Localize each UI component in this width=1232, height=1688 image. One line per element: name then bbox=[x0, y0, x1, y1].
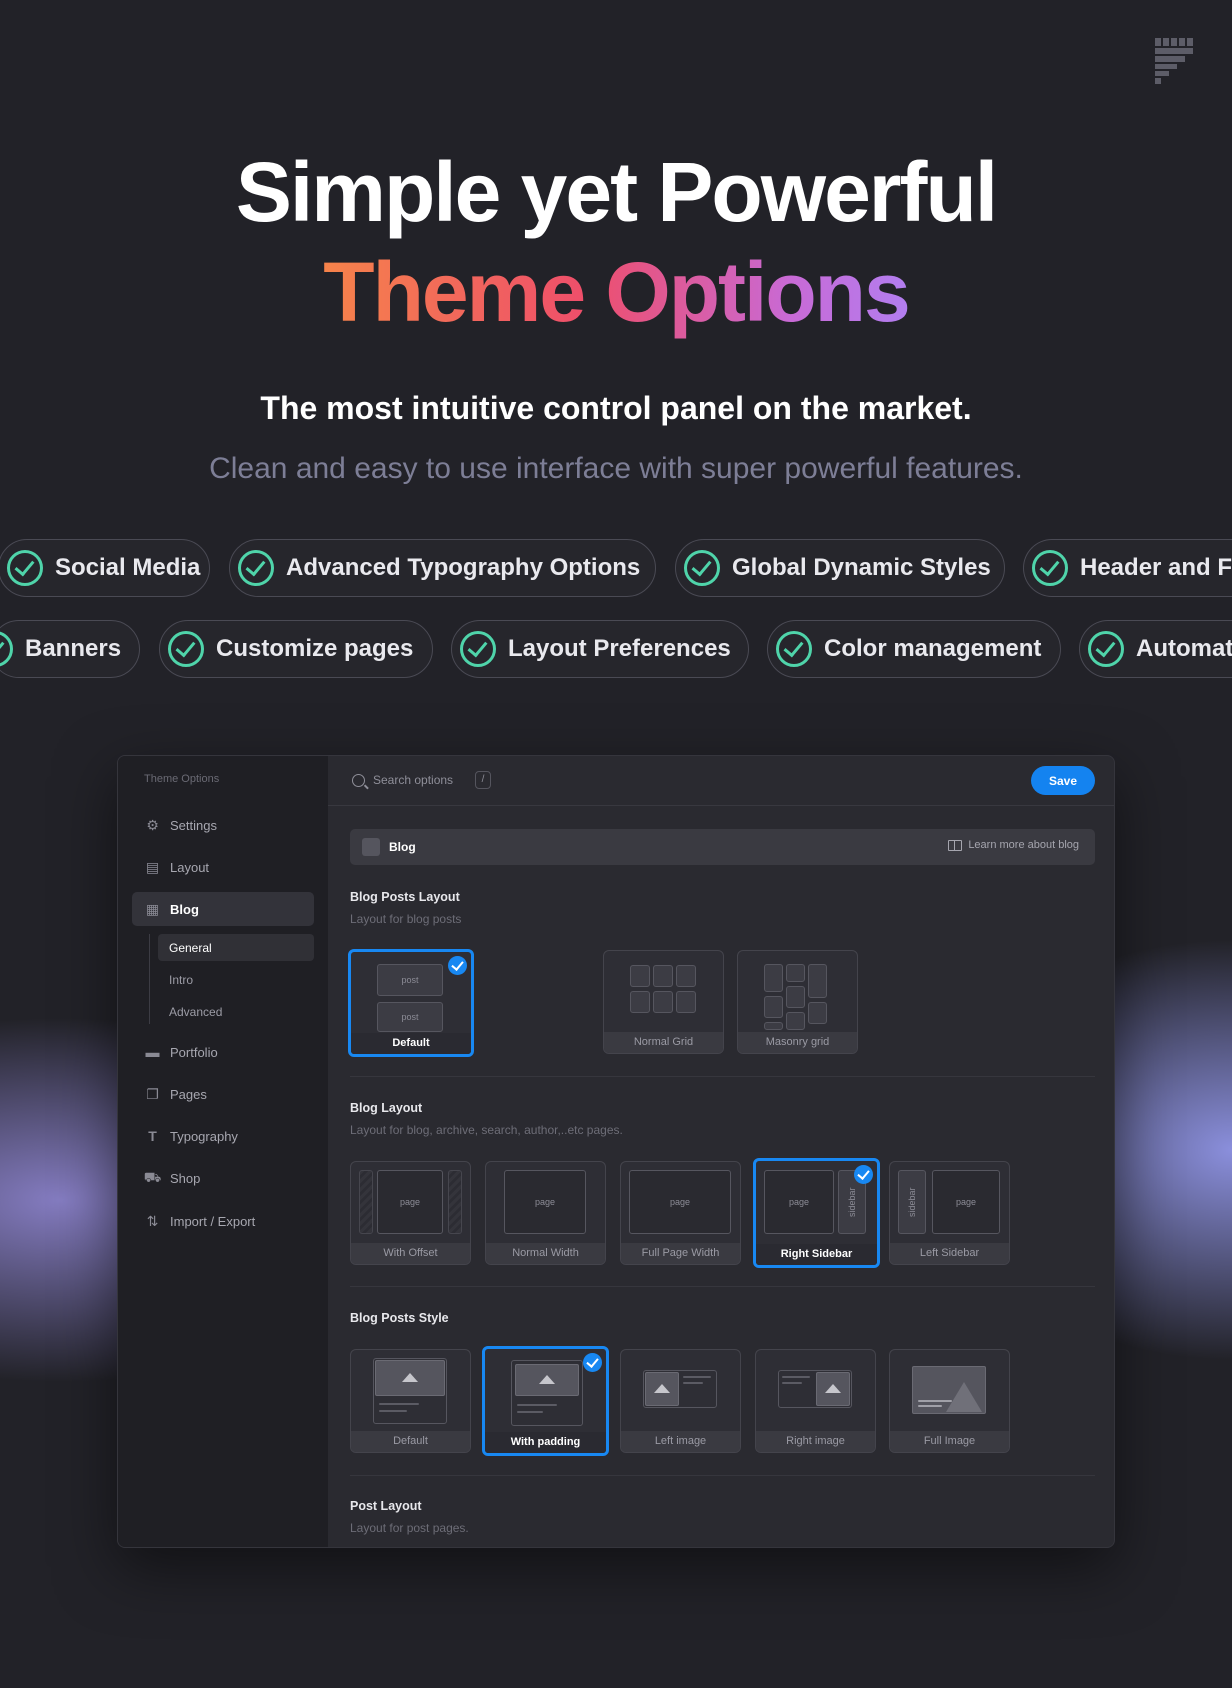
brand-logo-icon bbox=[1155, 38, 1193, 84]
check-circle-icon bbox=[238, 550, 274, 586]
typography-icon: T bbox=[148, 1128, 157, 1144]
option-card-with-padding[interactable]: With padding bbox=[482, 1346, 609, 1456]
hero-title-line1: Simple yet Powerful bbox=[235, 145, 998, 239]
feature-pill: Social Media bbox=[0, 539, 210, 597]
feature-pill: Automat bbox=[1079, 620, 1232, 678]
import-export-icon: ⇅ bbox=[146, 1212, 159, 1229]
features-row-1: Social Media Advanced Typography Options… bbox=[0, 539, 1232, 597]
post-block: post bbox=[377, 964, 443, 996]
hero-description: Clean and easy to use interface with sup… bbox=[209, 452, 1023, 485]
divider bbox=[350, 1076, 1095, 1077]
check-circle-icon bbox=[1032, 550, 1068, 586]
book-icon bbox=[948, 839, 963, 851]
subnav-item-advanced[interactable]: Advanced bbox=[158, 998, 314, 1025]
cart-icon: ⛟ bbox=[143, 1168, 162, 1185]
sidebar-item-import-export[interactable]: ⇅ Import / Export bbox=[132, 1204, 314, 1238]
group-title: Blog Posts Style bbox=[350, 1311, 449, 1325]
layout-icon: ▤ bbox=[145, 858, 160, 875]
pages-icon: ❐ bbox=[146, 1085, 159, 1102]
search-icon bbox=[352, 773, 365, 787]
search-input[interactable]: Search options / bbox=[352, 771, 492, 789]
sidebar-item-shop[interactable]: ⛟ Shop bbox=[132, 1161, 314, 1195]
features-row-2: Banners Customize pages Layout Preferenc… bbox=[0, 620, 1232, 678]
sidebar: Theme Options ⚙ Settings ▤ Layout ▦ Blog Ge… bbox=[118, 756, 328, 1547]
check-circle-icon bbox=[168, 631, 204, 667]
blog-icon: ▦ bbox=[145, 900, 160, 917]
check-circle-icon bbox=[1088, 631, 1124, 667]
divider bbox=[350, 1286, 1095, 1287]
feature-pill: Customize pages bbox=[159, 620, 433, 678]
section-title: Blog bbox=[389, 840, 416, 854]
option-card-normal-grid[interactable]: Normal Grid bbox=[603, 950, 724, 1054]
group-title: Blog Layout bbox=[350, 1101, 423, 1115]
hero-title-line2: Theme Options bbox=[323, 242, 910, 342]
selected-check-icon bbox=[583, 1353, 602, 1372]
check-circle-icon bbox=[0, 631, 13, 667]
divider bbox=[350, 1475, 1095, 1476]
group-title: Post Layout bbox=[350, 1499, 422, 1513]
option-card-full-image[interactable]: Full Image bbox=[889, 1349, 1010, 1453]
feature-pill: Banners bbox=[0, 620, 140, 678]
group-subtitle: Layout for post pages. bbox=[350, 1521, 469, 1535]
sidebar-item-layout[interactable]: ▤ Layout bbox=[132, 850, 314, 884]
option-card-style-default[interactable]: Default bbox=[350, 1349, 471, 1453]
save-button[interactable]: Save bbox=[1031, 766, 1095, 795]
option-card-normal-width[interactable]: page Normal Width bbox=[485, 1161, 606, 1265]
theme-options-panel: Theme Options ⚙ Settings ▤ Layout ▦ Blog Ge… bbox=[117, 755, 1115, 1548]
check-circle-icon bbox=[776, 631, 812, 667]
feature-pill: Color management bbox=[767, 620, 1061, 678]
group-subtitle: Layout for blog posts bbox=[350, 912, 462, 926]
feature-pill: Global Dynamic Styles bbox=[675, 539, 1005, 597]
main-content: Search options / Save Blog Learn more ab… bbox=[328, 756, 1114, 1547]
subnav-item-general[interactable]: General bbox=[158, 934, 314, 961]
option-card-full-page-width[interactable]: page Full Page Width bbox=[620, 1161, 741, 1265]
group-title: Blog Posts Layout bbox=[350, 890, 460, 904]
subnav-item-intro[interactable]: Intro bbox=[158, 966, 314, 993]
feature-pill: Header and F bbox=[1023, 539, 1232, 597]
option-card-default-layout[interactable]: post post Default bbox=[348, 949, 474, 1057]
selected-check-icon bbox=[448, 956, 467, 975]
check-circle-icon bbox=[460, 631, 496, 667]
gear-icon: ⚙ bbox=[146, 816, 159, 833]
option-card-right-image[interactable]: Right image bbox=[755, 1349, 876, 1453]
option-card-left-sidebar[interactable]: sidebar page Left Sidebar bbox=[889, 1161, 1010, 1265]
top-bar: Search options / Save bbox=[328, 756, 1114, 806]
hero-subtitle: The most intuitive control panel on the … bbox=[260, 390, 972, 426]
sidebar-title: Theme Options bbox=[144, 773, 220, 785]
sidebar-item-pages[interactable]: ❐ Pages bbox=[132, 1077, 314, 1111]
sidebar-item-blog[interactable]: ▦ Blog bbox=[132, 892, 314, 926]
post-block: post bbox=[377, 1002, 443, 1032]
option-card-masonry-grid[interactable]: Masonry grid bbox=[737, 950, 858, 1054]
option-card-left-image[interactable]: Left image bbox=[620, 1349, 741, 1453]
selected-check-icon bbox=[854, 1165, 873, 1184]
hero-title: Simple yet Powerful Theme Options bbox=[0, 142, 1232, 342]
section-header: Blog Learn more about blog bbox=[350, 829, 1095, 865]
check-circle-icon bbox=[7, 550, 43, 586]
sidebar-item-settings[interactable]: ⚙ Settings bbox=[132, 808, 314, 842]
blog-icon bbox=[362, 838, 380, 856]
sidebar-item-typography[interactable]: T Typography bbox=[132, 1119, 314, 1153]
subnav-line bbox=[149, 934, 150, 1024]
learn-more-link[interactable]: Learn more about blog bbox=[948, 839, 1079, 851]
sidebar-item-portfolio[interactable]: ▬ Portfolio bbox=[132, 1035, 314, 1069]
feature-pill: Advanced Typography Options bbox=[229, 539, 656, 597]
shortcut-key: / bbox=[475, 771, 492, 789]
option-card-right-sidebar[interactable]: page sidebar Right Sidebar bbox=[753, 1158, 880, 1268]
briefcase-icon: ▬ bbox=[145, 1044, 160, 1060]
group-subtitle: Layout for blog, archive, search, author… bbox=[350, 1123, 623, 1137]
check-circle-icon bbox=[684, 550, 720, 586]
option-card-with-offset[interactable]: page With Offset bbox=[350, 1161, 471, 1265]
feature-pill: Layout Preferences bbox=[451, 620, 749, 678]
